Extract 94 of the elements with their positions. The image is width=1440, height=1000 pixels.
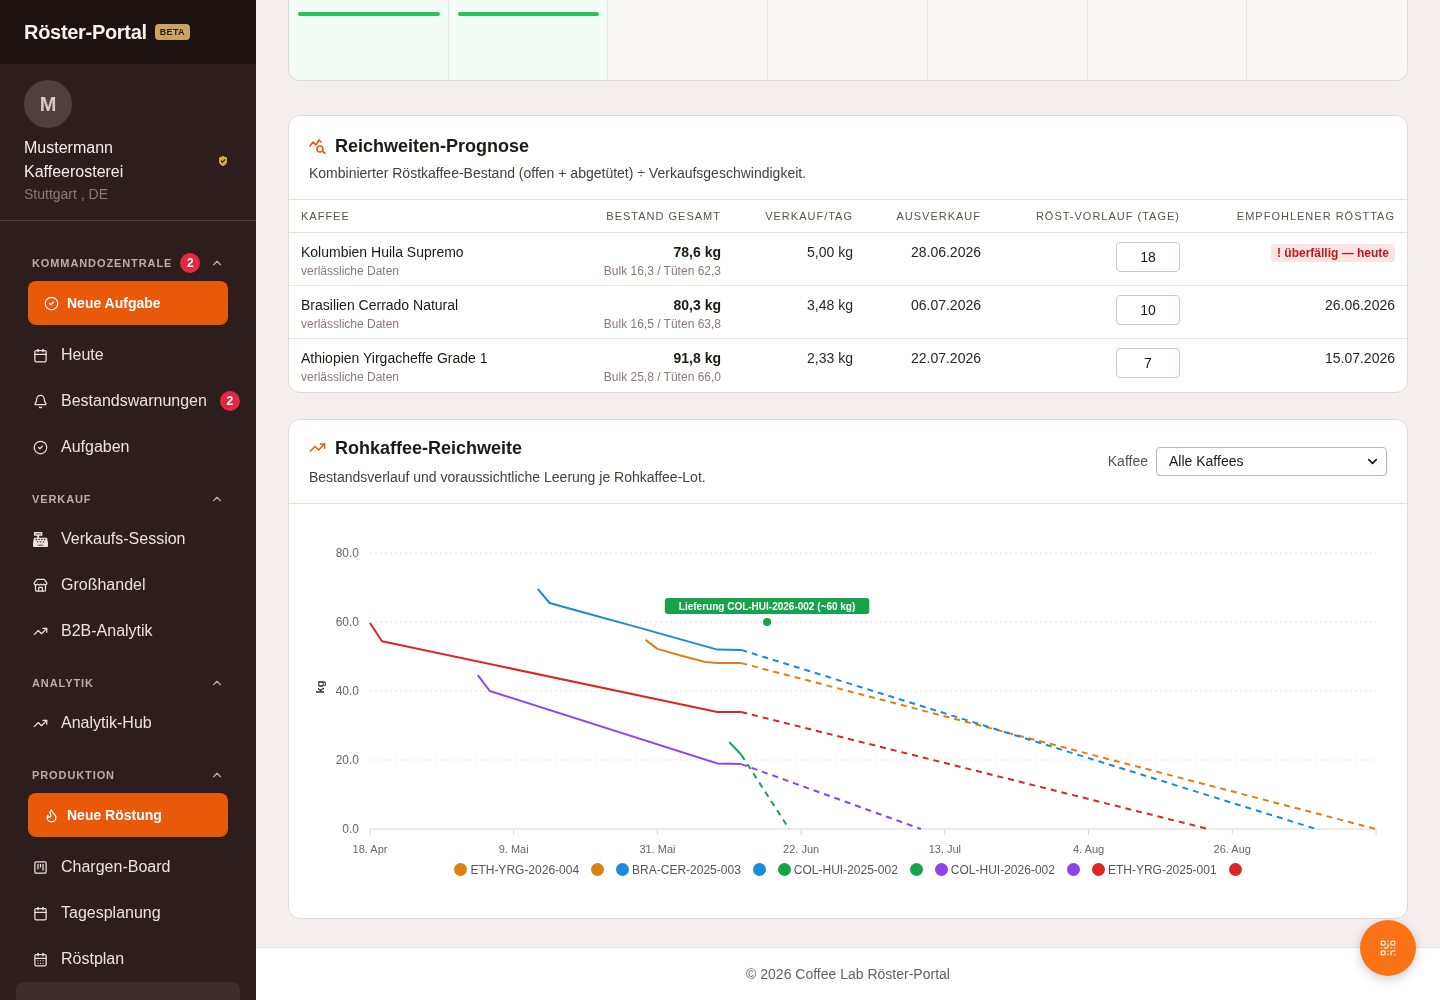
card-subtitle: Bestandsverlauf und voraussichtliche Leerung je Rohkaffee-Lot. bbox=[309, 467, 706, 487]
nav-item[interactable]: Röstplan bbox=[16, 936, 240, 982]
axis-tick-label: 31. Mai bbox=[639, 842, 676, 855]
stock-total: 78,6 kg bbox=[672, 243, 721, 261]
legend-label: ETH-YRG-2025-001 bbox=[1107, 862, 1217, 877]
axis-tick-label: 13. Jul bbox=[928, 842, 962, 855]
delivery-marker-icon bbox=[763, 617, 772, 626]
scan-button[interactable] bbox=[1360, 920, 1416, 976]
roast-date: 26.06.2026 bbox=[1324, 297, 1395, 313]
chart-search-icon bbox=[309, 138, 326, 154]
calendar-grid-icon bbox=[33, 951, 48, 967]
data-quality-note: verlässliche Daten bbox=[301, 263, 401, 279]
section-toggle[interactable]: PRODUKTION bbox=[32, 767, 224, 783]
nav-item[interactable]: Großhandel bbox=[16, 562, 240, 608]
column-header: AUSVERKAUF bbox=[865, 199, 993, 233]
calendar-icon bbox=[33, 905, 48, 921]
card-subtitle: Kombinierter Röstkaffee-Bestand (offen + abgetütet) ÷ Verkaufsgeschwindigkeit. bbox=[309, 164, 807, 183]
sellout-date: 22.07.2026 bbox=[910, 350, 981, 366]
delivery-label: Lieferung COL-HUI-2026-002 (~60 kg) bbox=[664, 597, 870, 614]
axis-title: kg bbox=[314, 680, 326, 693]
lead-time-input[interactable]: 18 bbox=[1116, 242, 1180, 272]
brand-title: Röster-Portal bbox=[24, 20, 147, 44]
sales-per-day: 5,00 kg bbox=[807, 244, 853, 260]
axis-tick-label: 0.0 bbox=[342, 821, 359, 836]
card-title: Rohkaffee-Reichweite bbox=[335, 436, 523, 460]
sellout-date: 06.07.2026 bbox=[910, 297, 981, 313]
legend-label: BRA-CER-2025-003 bbox=[632, 862, 741, 877]
legend-label: ETH-YRG-2026-004 bbox=[470, 862, 580, 877]
stock-breakdown: Bulk 16,5 / Tüten 63,8 bbox=[602, 316, 721, 332]
overdue-badge: ! überfällig — heute bbox=[1271, 244, 1395, 262]
bell-icon bbox=[33, 393, 48, 409]
count-badge: 2 bbox=[219, 391, 240, 411]
calendar-icon bbox=[33, 347, 48, 363]
flame-icon bbox=[44, 807, 59, 823]
section-toggle[interactable]: VERKAUF bbox=[32, 491, 224, 507]
section-toggle[interactable]: KOMMANDOZENTRALE 2 bbox=[32, 255, 224, 271]
count-badge: 2 bbox=[180, 253, 201, 273]
company-name: Mustermann Kaffeerosterei bbox=[24, 138, 125, 182]
data-quality-note: verlässliche Daten bbox=[301, 316, 401, 332]
column-header: KAFFEE bbox=[289, 199, 573, 233]
lead-time-input[interactable]: 10 bbox=[1116, 295, 1180, 325]
legend-label: COL-HUI-2026-002 bbox=[950, 862, 1055, 877]
store-icon bbox=[33, 577, 48, 593]
circle-check-icon bbox=[44, 295, 59, 311]
axis-tick-label: 80.0 bbox=[335, 545, 359, 560]
axis-tick-label: 60.0 bbox=[335, 614, 359, 629]
coffee-name: Brasilien Cerrado Natural bbox=[301, 296, 460, 314]
qr-code-icon bbox=[1379, 939, 1397, 957]
cash-register-icon bbox=[33, 531, 48, 547]
roast-date: 15.07.2026 bbox=[1324, 350, 1395, 366]
coffee-select[interactable]: Alle Kaffees bbox=[1156, 446, 1387, 476]
filter-label: Kaffee bbox=[1107, 453, 1148, 469]
company-location: Stuttgart , DE bbox=[24, 185, 110, 204]
axis-tick-label: 26. Aug bbox=[1213, 842, 1251, 855]
axis-tick-label: 18. Apr bbox=[352, 842, 388, 855]
annotation: Lieferung COL-HUI-2026-002 (~60 kg) bbox=[678, 600, 856, 611]
section-toggle[interactable]: ANALYTIK bbox=[32, 675, 224, 691]
action-button[interactable]: Neue Röstung bbox=[28, 793, 228, 837]
lead-time-input[interactable]: 7 bbox=[1116, 348, 1180, 378]
nav-item[interactable]: Aufgaben bbox=[16, 424, 240, 470]
coffee-name: Athiopien Yirgacheffe Grade 1 bbox=[301, 349, 489, 367]
nav-item[interactable]: Tagesplanung bbox=[16, 890, 240, 936]
axis-tick-label: 9. Mai bbox=[498, 842, 529, 855]
column-header: RÖST-VORLAUF (TAGE) bbox=[993, 199, 1192, 233]
beta-badge: BETA bbox=[154, 24, 190, 40]
column-header: BESTAND GESAMT bbox=[573, 199, 733, 233]
avatar: M bbox=[24, 80, 72, 128]
nav-item[interactable]: B2B-Analytik bbox=[16, 608, 240, 654]
card-title: Reichweiten-Prognose bbox=[335, 135, 530, 158]
kanban-icon bbox=[33, 859, 48, 875]
axis-tick-label: 40.0 bbox=[335, 683, 359, 698]
action-button[interactable]: Neue Aufgabe bbox=[28, 281, 228, 325]
stock-breakdown: Bulk 25,8 / Tüten 66,0 bbox=[602, 369, 721, 385]
column-header: EMPFOHLENER RÖSTTAG bbox=[1192, 199, 1407, 233]
nav-item[interactable]: Bestandswarnungen 2 bbox=[16, 378, 240, 424]
axis-tick-label: 20.0 bbox=[335, 752, 359, 767]
sales-per-day: 2,33 kg bbox=[807, 350, 853, 366]
sellout-date: 28.06.2026 bbox=[910, 244, 981, 260]
stock-breakdown: Bulk 16,3 / Tüten 62,3 bbox=[602, 263, 721, 279]
sales-per-day: 3,48 kg bbox=[807, 297, 853, 313]
nav-item[interactable]: Heute bbox=[16, 332, 240, 378]
axis-tick-label: 22. Jun bbox=[783, 842, 820, 855]
legend-label: COL-HUI-2025-002 bbox=[793, 862, 898, 877]
stock-total: 91,8 kg bbox=[672, 349, 721, 367]
footer-text: © 2026 Coffee Lab Röster-Portal bbox=[746, 966, 950, 982]
stock-total: 80,3 kg bbox=[672, 296, 721, 314]
data-quality-note: verlässliche Daten bbox=[301, 369, 401, 385]
coffee-name: Kolumbien Huila Supremo bbox=[301, 243, 465, 261]
nav-item[interactable]: Verkaufs-Session bbox=[16, 516, 240, 562]
nav-item[interactable]: Analytik-Hub bbox=[16, 700, 240, 746]
column-header: VERKAUF/TAG bbox=[733, 199, 865, 233]
circle-check-icon bbox=[33, 439, 48, 455]
axis-tick-label: 4. Aug bbox=[1072, 842, 1105, 855]
nav-item[interactable]: Chargen-Board bbox=[16, 844, 240, 890]
